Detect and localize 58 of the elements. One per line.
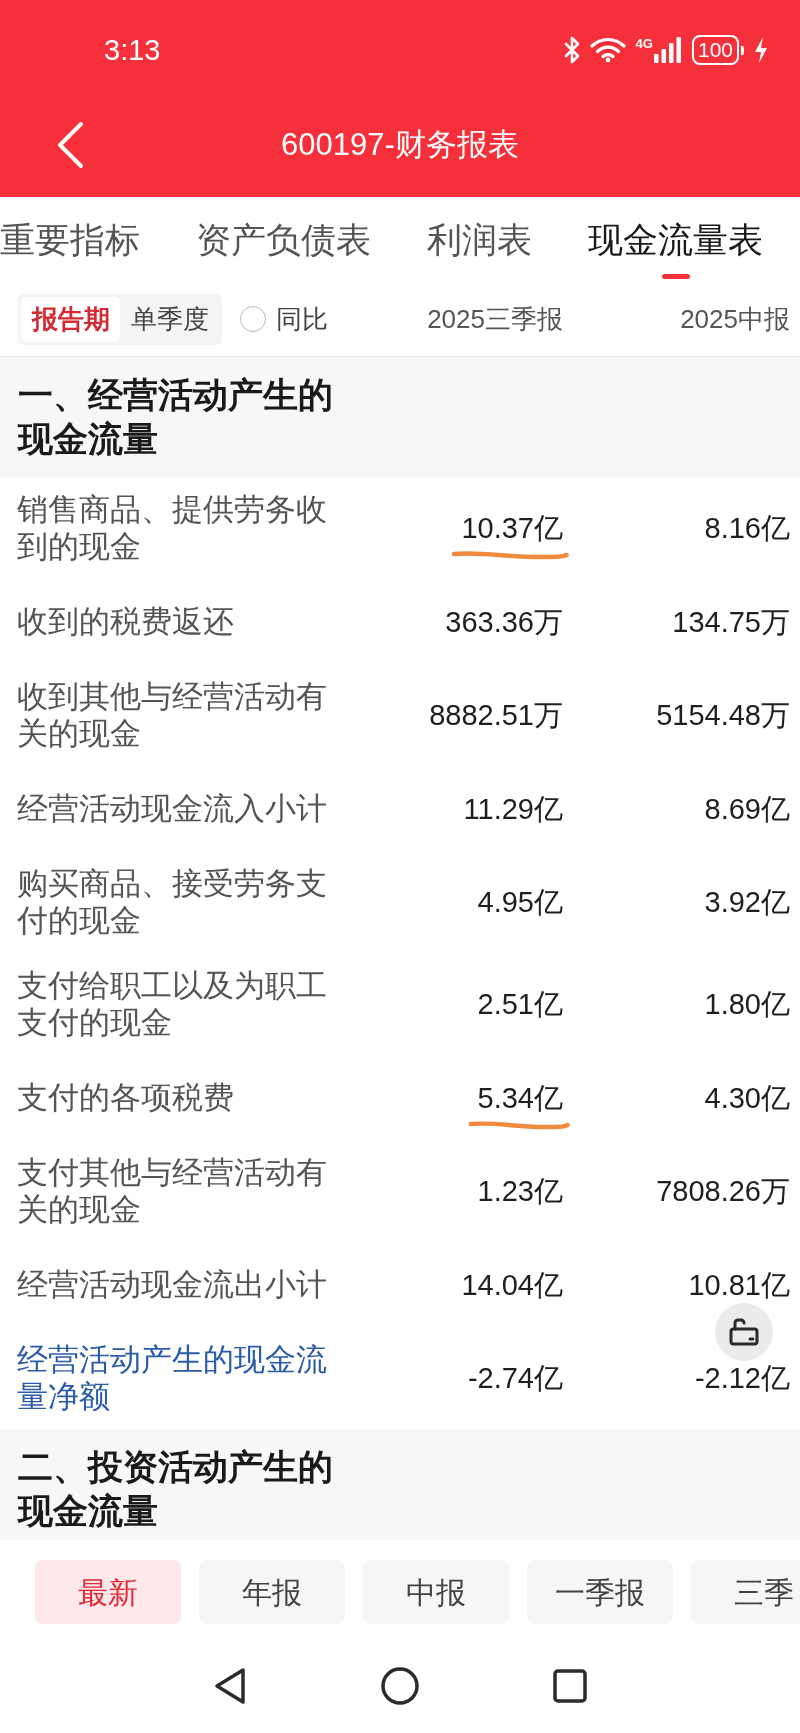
row-value: 1.80亿 xyxy=(704,987,790,1021)
row-value: 2.51亿 xyxy=(477,987,563,1021)
tab-indicator xyxy=(661,274,690,279)
row-value: 14.04亿 xyxy=(461,1267,563,1302)
section-title: 一、经营活动产生的现金流量 xyxy=(18,374,334,460)
row-value: 10.81亿 xyxy=(688,1267,790,1302)
row-label: 支付的各项税费 xyxy=(17,1079,234,1116)
section-title: 二、投资活动产生的现金流量 xyxy=(18,1446,334,1532)
row-value: 7808.26万 xyxy=(656,1174,790,1208)
row-value: 5.34亿 xyxy=(477,1080,563,1115)
tab[interactable]: 资产负债表 xyxy=(196,218,371,262)
row-value: 8.16亿 xyxy=(704,511,790,545)
home-icon[interactable] xyxy=(381,1667,419,1705)
row-value: 11.29亿 xyxy=(463,791,563,826)
period-button[interactable]: 年报 xyxy=(199,1560,345,1624)
back-icon[interactable] xyxy=(213,1667,247,1705)
row-value: 4.30亿 xyxy=(704,1080,790,1115)
row-value: -2.74亿 xyxy=(467,1361,563,1395)
row-value: 4.95亿 xyxy=(477,885,563,919)
row-value: 8.69亿 xyxy=(704,791,790,826)
period-button[interactable]: 一季报 xyxy=(527,1560,673,1624)
row-label: 销售商品、提供劳务收到的现金 xyxy=(17,491,328,565)
row-value: 363.36万 xyxy=(445,604,563,639)
row-label: 收到其他与经营活动有关的现金 xyxy=(17,678,328,752)
recents-icon[interactable] xyxy=(553,1669,587,1703)
bluetooth-icon xyxy=(563,36,580,64)
period-button[interactable]: 最新 xyxy=(35,1560,181,1624)
row-label: 经营活动现金流出小计 xyxy=(17,1266,327,1303)
row-label: 购买商品、接受劳务支付的现金 xyxy=(17,865,328,939)
tab[interactable]: 重要指标 xyxy=(0,218,140,262)
segment-option[interactable]: 报告期 xyxy=(21,296,120,342)
tab[interactable]: 现金流量表 xyxy=(588,218,763,279)
row-link[interactable]: 经营活动产生的现金流量净额 xyxy=(17,1341,329,1415)
network-label: 4G xyxy=(635,37,653,50)
segment-option[interactable]: 单季度 xyxy=(120,296,219,342)
battery-indicator: 100 xyxy=(691,35,744,65)
wifi-icon xyxy=(589,37,626,63)
signal-icon xyxy=(653,37,682,63)
row-value: -2.12亿 xyxy=(694,1361,790,1395)
status-time: 3:13 xyxy=(104,33,161,67)
row-value: 3.92亿 xyxy=(704,885,790,919)
column-header: 2025中报 xyxy=(680,304,790,334)
row-label: 支付其他与经营活动有关的现金 xyxy=(17,1154,328,1228)
row-value: 5154.48万 xyxy=(656,698,790,732)
compare-toggle[interactable]: 同比 xyxy=(240,304,328,334)
period-button[interactable]: 中报 xyxy=(363,1560,509,1624)
row-value: 8882.51万 xyxy=(429,698,563,732)
row-label: 收到的税费返还 xyxy=(17,603,234,640)
period-button[interactable]: 三季 xyxy=(691,1560,800,1624)
row-value: 1.23亿 xyxy=(477,1174,563,1208)
row-label: 经营活动现金流入小计 xyxy=(17,790,327,827)
row-label: 支付给职工以及为职工支付的现金 xyxy=(17,967,328,1041)
padlock-icon xyxy=(729,1318,759,1346)
tab[interactable]: 利润表 xyxy=(427,218,532,262)
row-value: 10.37亿 xyxy=(461,511,563,545)
column-header: 2025三季报 xyxy=(427,304,563,334)
page-title: 600197-财务报表 xyxy=(281,125,519,164)
row-value: 134.75万 xyxy=(672,604,790,639)
